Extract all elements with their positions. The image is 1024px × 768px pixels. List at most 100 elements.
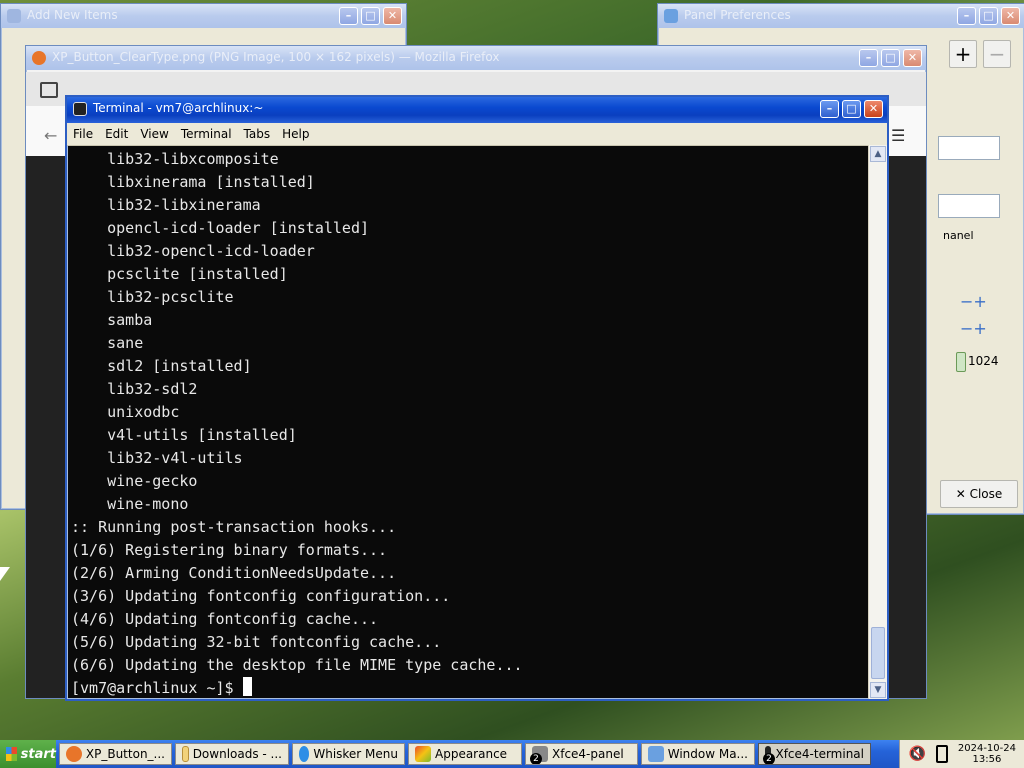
task-label: Xfce4-panel (552, 747, 624, 761)
terminal-prompt: [vm7@archlinux ~]$ (71, 679, 243, 696)
text-cursor (242, 677, 252, 696)
slider-handle[interactable] (956, 352, 966, 372)
menu-tabs[interactable]: Tabs (238, 127, 277, 141)
terminal-icon: 2 (763, 746, 775, 764)
terminal-line: (4/6) Updating fontconfig cache... (71, 610, 379, 628)
terminal-line: :: Running post-transaction hooks... (71, 518, 397, 536)
terminal-line: libxinerama [installed] (71, 173, 315, 191)
spin-minus-plus[interactable]: −+ (960, 319, 987, 338)
task-firefox[interactable]: XP_Button_... (59, 743, 172, 765)
task-xfce4-terminal[interactable]: 2 Xfce4-terminal (758, 743, 871, 765)
combo-box[interactable] (938, 136, 1000, 160)
sidebar-toggle-icon[interactable] (40, 82, 58, 98)
terminal-output[interactable]: lib32-libxcomposite libxinerama [install… (71, 148, 867, 696)
terminal-prompt-line[interactable]: [vm7@archlinux ~]$ (71, 677, 867, 696)
task-label: Downloads - ... (192, 747, 282, 761)
task-window-manager[interactable]: Window Ma... (641, 743, 755, 765)
terminal-line: lib32-v4l-utils (71, 449, 243, 467)
menu-view[interactable]: View (134, 127, 174, 141)
menu-icon[interactable]: ☰ (891, 126, 905, 145)
scrollbar-thumb[interactable] (871, 627, 885, 679)
terminal-line: wine-gecko (71, 472, 198, 490)
terminal-line: v4l-utils [installed] (71, 426, 297, 444)
add-panel-button[interactable]: + (949, 40, 977, 68)
system-tray: 🔇 2024-10-24 13:56 (899, 740, 1024, 768)
volume-muted-icon[interactable]: 🔇 (908, 746, 925, 762)
close-button[interactable]: ✕ (1001, 7, 1020, 25)
firefox-titlebar[interactable]: XP_Button_ClearType.png (PNG Image, 100 … (26, 46, 926, 70)
taskbar: start XP_Button_... Downloads - ... Whis… (0, 740, 1024, 768)
start-button[interactable]: start (0, 740, 56, 768)
panel-partial-label: nanel (943, 229, 974, 242)
maximize-button[interactable]: □ (979, 7, 998, 25)
remove-panel-button[interactable]: − (983, 40, 1011, 68)
task-xfce4-panel[interactable]: 2 Xfce4-panel (525, 743, 638, 765)
terminal-icon (73, 102, 87, 116)
slider-value: 1024 (968, 354, 999, 368)
maximize-button[interactable]: □ (842, 100, 861, 118)
menu-edit[interactable]: Edit (99, 127, 134, 141)
minimize-button[interactable]: – (859, 49, 878, 67)
combo-box[interactable] (938, 194, 1000, 218)
terminal-titlebar[interactable]: Terminal - vm7@archlinux:~ – □ ✕ (67, 97, 887, 123)
appearance-icon (415, 746, 431, 762)
clock[interactable]: 2024-10-24 13:56 (958, 743, 1016, 765)
terminal-line: pcsclite [installed] (71, 265, 288, 283)
minimize-button[interactable]: – (820, 100, 839, 118)
terminal-scrollbar[interactable]: ▲ ▼ (868, 145, 887, 699)
battery-icon[interactable] (935, 745, 948, 763)
terminal-line: (2/6) Arming ConditionNeedsUpdate... (71, 564, 397, 582)
terminal-line: (5/6) Updating 32-bit fontconfig cache..… (71, 633, 442, 651)
add-items-title: Add New Items (27, 8, 118, 22)
close-button[interactable]: ✕ (903, 49, 922, 67)
close-label: Close (969, 487, 1003, 501)
terminal-title: Terminal - vm7@archlinux:~ (93, 101, 264, 115)
folder-icon (182, 746, 189, 762)
maximize-button[interactable]: □ (361, 7, 380, 25)
spin-minus-plus[interactable]: −+ (960, 292, 987, 311)
terminal-line: (6/6) Updating the desktop file MIME typ… (71, 656, 523, 674)
minimize-button[interactable]: – (957, 7, 976, 25)
windows-logo-icon (6, 747, 17, 761)
start-label: start (20, 746, 56, 762)
task-label: XP_Button_... (85, 747, 165, 761)
clock-time: 13:56 (972, 754, 1002, 765)
task-label: Window Ma... (667, 747, 748, 761)
terminal-line: lib32-libxcomposite (71, 150, 279, 168)
terminal-line: opencl-icd-loader [installed] (71, 219, 370, 237)
close-button[interactable]: ✕ (864, 100, 883, 118)
terminal-line: lib32-libxinerama (71, 196, 261, 214)
terminal-line: wine-mono (71, 495, 189, 513)
terminal-line: lib32-sdl2 (71, 380, 198, 398)
terminal-line: sane (71, 334, 144, 352)
terminal-window: Terminal - vm7@archlinux:~ – □ ✕ File Ed… (65, 95, 889, 701)
maximize-button[interactable]: □ (881, 49, 900, 67)
minimize-button[interactable]: – (339, 7, 358, 25)
whisker-icon (299, 746, 310, 762)
close-button[interactable]: ✕ (383, 7, 402, 25)
firefox-title: XP_Button_ClearType.png (PNG Image, 100 … (52, 50, 500, 64)
scroll-up-icon[interactable]: ▲ (870, 146, 886, 162)
terminal-line: unixodbc (71, 403, 180, 421)
window-count-badge: 2 (530, 753, 542, 764)
clock-date: 2024-10-24 (957, 743, 1016, 754)
task-appearance[interactable]: Appearance (408, 743, 522, 765)
terminal-line: samba (71, 311, 153, 329)
menu-help[interactable]: Help (276, 127, 315, 141)
add-new-items-titlebar[interactable]: Add New Items – □ ✕ (1, 4, 406, 28)
close-button[interactable]: ✕ Close (940, 480, 1018, 508)
scroll-down-icon[interactable]: ▼ (870, 682, 886, 698)
back-icon[interactable]: ← (44, 126, 57, 145)
firefox-icon (32, 51, 46, 65)
window-count-badge: 2 (763, 753, 775, 764)
terminal-line: lib32-pcsclite (71, 288, 234, 306)
task-downloads[interactable]: Downloads - ... (175, 743, 289, 765)
menu-file[interactable]: File (67, 127, 99, 141)
task-whisker-menu[interactable]: Whisker Menu (292, 743, 405, 765)
panel-prefs-title: Panel Preferences (684, 8, 791, 22)
panel-preferences-titlebar[interactable]: Panel Preferences – □ ✕ (658, 4, 1024, 28)
close-icon: ✕ (955, 487, 966, 501)
menu-terminal[interactable]: Terminal (175, 127, 238, 141)
terminal-line: lib32-opencl-icd-loader (71, 242, 315, 260)
panel-prefs-icon (664, 9, 678, 23)
